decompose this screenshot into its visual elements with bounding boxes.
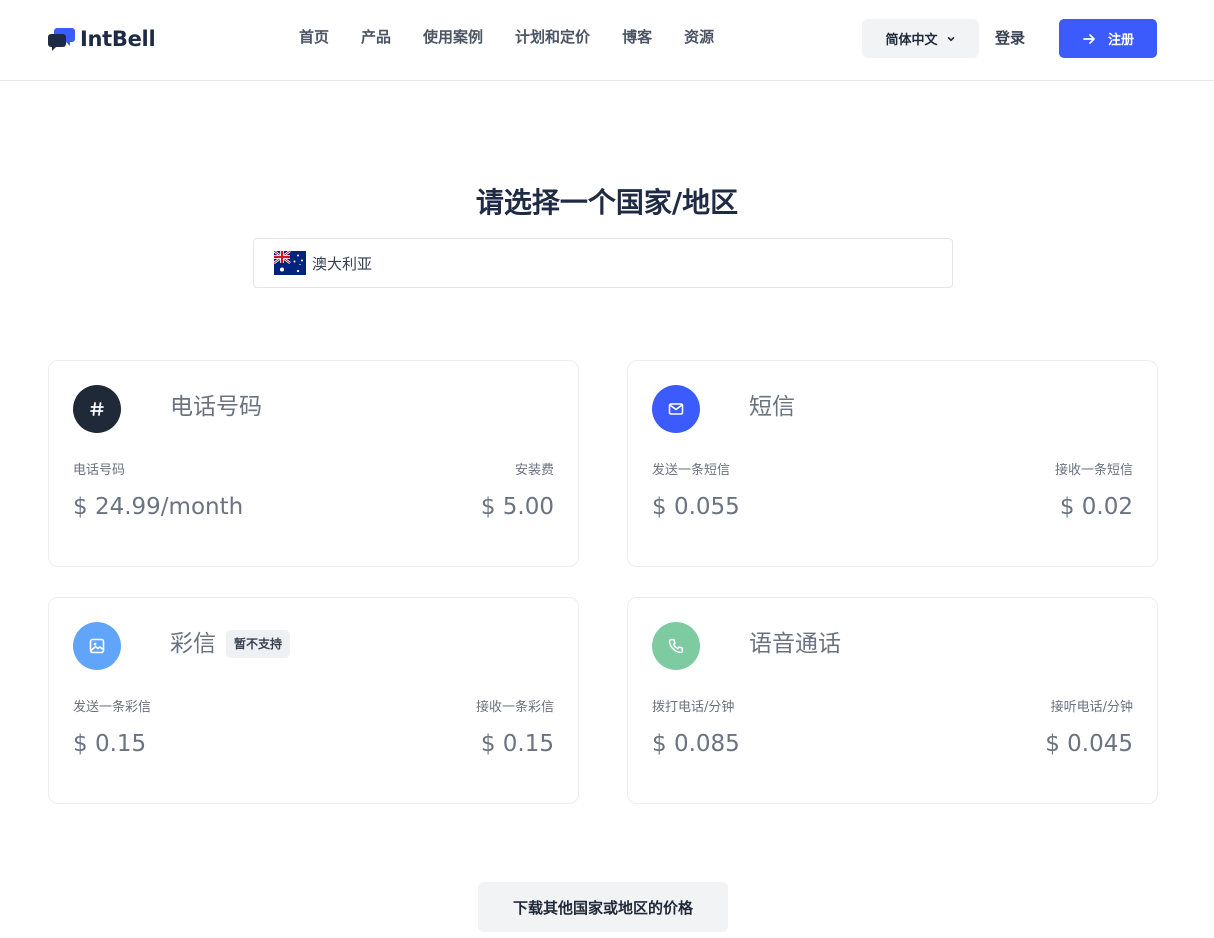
card-title-text: 电话号码	[170, 394, 262, 420]
chat-bubble-icon	[48, 28, 75, 51]
nav-item-home[interactable]: 首页	[299, 27, 329, 47]
sms-receive-label: 接收一条短信	[1054, 463, 1133, 478]
nav-item-use-cases[interactable]: 使用案例	[423, 27, 483, 47]
setup-fee-price: $ 5.00	[480, 494, 554, 520]
nav-item-products[interactable]: 产品	[361, 27, 391, 47]
card-title-text: 彩信	[170, 631, 216, 657]
logo[interactable]: IntBell	[48, 25, 156, 53]
mail-icon	[652, 385, 700, 433]
phone-number-price: $ 24.99/month	[73, 494, 244, 520]
mms-send-label: 发送一条彩信	[73, 700, 152, 715]
voice-inbound-label: 接听电话/分钟	[1050, 700, 1133, 715]
pricing-card-voice: 语音通话 拨打电话/分钟 $ 0.085 接听电话/分钟 $ 0.045	[627, 597, 1158, 804]
chevron-down-icon	[947, 36, 954, 41]
card-title-text: 短信	[749, 394, 795, 420]
pricing-card-phone-number: 电话号码 电话号码 $ 24.99/month 安装费 $ 5.00	[48, 360, 579, 567]
country-select[interactable]: 澳大利亚	[253, 238, 953, 288]
pricing-card-sms: 短信 发送一条短信 $ 0.055 接收一条短信 $ 0.02	[627, 360, 1158, 567]
card-title: 语音通话	[749, 629, 841, 659]
card-title: 短信	[749, 392, 795, 422]
phone-number-label: 电话号码	[73, 463, 126, 478]
sms-send-price: $ 0.055	[652, 494, 740, 520]
image-icon	[73, 622, 121, 670]
arrow-right-icon	[1083, 33, 1095, 44]
setup-fee-label: 安装费	[514, 463, 554, 478]
login-link[interactable]: 登录	[995, 28, 1025, 48]
voice-outbound-label: 拨打电话/分钟	[652, 700, 735, 715]
nav-item-pricing[interactable]: 计划和定价	[515, 27, 590, 47]
mms-receive-label: 接收一条彩信	[475, 700, 554, 715]
signup-button[interactable]: 注册	[1059, 19, 1157, 58]
language-label: 简体中文	[885, 33, 938, 48]
pricing-card-mms: 彩信 暂不支持 发送一条彩信 $ 0.15 接收一条彩信 $ 0.15	[48, 597, 579, 804]
phone-icon	[652, 622, 700, 670]
language-selector[interactable]: 简体中文	[862, 19, 979, 58]
voice-inbound-price: $ 0.045	[1045, 731, 1133, 757]
mms-send-price: $ 0.15	[73, 731, 147, 757]
main-nav: 首页 产品 使用案例 计划和定价 博客 资源	[299, 27, 746, 47]
mms-receive-price: $ 0.15	[480, 731, 554, 757]
download-pricing-button[interactable]: 下载其他国家或地区的价格	[478, 882, 728, 932]
nav-item-resources[interactable]: 资源	[684, 27, 714, 47]
nav-item-blog[interactable]: 博客	[622, 27, 652, 47]
sms-receive-price: $ 0.02	[1059, 494, 1133, 520]
download-pricing-label: 下载其他国家或地区的价格	[512, 898, 693, 917]
sms-send-label: 发送一条短信	[652, 463, 731, 478]
page-title: 请选择一个国家/地区	[475, 186, 739, 219]
logo-text: IntBell	[80, 27, 156, 51]
country-name: 澳大利亚	[312, 254, 373, 273]
card-title: 彩信 暂不支持	[170, 629, 291, 659]
site-header: IntBell 首页 产品 使用案例 计划和定价 博客 资源 简体中文 登录 注…	[0, 0, 1214, 81]
australia-flag-icon	[274, 251, 306, 275]
card-title-text: 语音通话	[749, 631, 841, 657]
card-title: 电话号码	[170, 392, 262, 422]
unsupported-badge: 暂不支持	[226, 630, 291, 658]
voice-outbound-price: $ 0.085	[652, 731, 740, 757]
hash-icon	[73, 385, 121, 433]
signup-label: 注册	[1107, 33, 1134, 48]
